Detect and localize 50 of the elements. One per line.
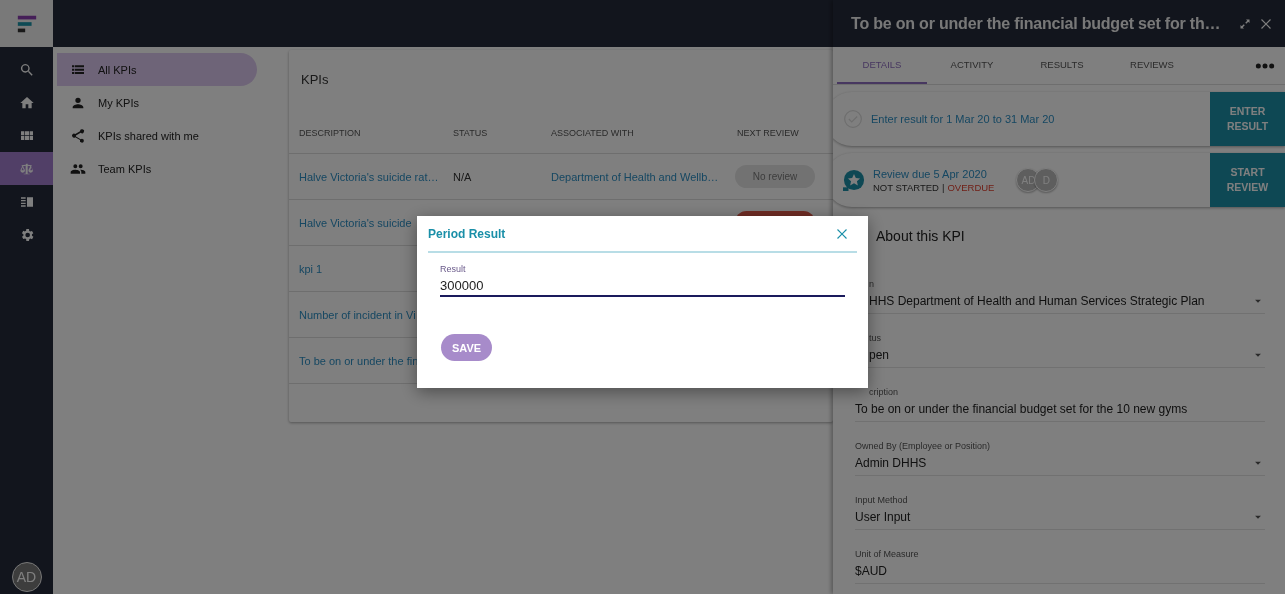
field-value: pen — [869, 348, 890, 362]
kpi-link[interactable]: Number of incident in Vi — [299, 308, 416, 321]
result-field[interactable]: 300000 — [440, 278, 845, 297]
sidebar-item[interactable]: My KPIs — [57, 86, 257, 119]
form-field[interactable]: Owned By (Employee or Position) Admin DHHS — [855, 422, 1265, 476]
field-label: Input Method — [855, 495, 908, 505]
star-badge-icon — [843, 169, 865, 191]
panel-tab[interactable]: RESULTS — [1017, 47, 1107, 84]
save-button[interactable]: SAVE — [441, 334, 492, 361]
sidebar-item[interactable]: All KPIs — [57, 53, 257, 86]
share-icon — [70, 127, 86, 144]
task-button[interactable]: START REVIEW — [1210, 153, 1285, 207]
dialog-title: Period Result — [428, 226, 507, 241]
kpi-link[interactable]: Halve Victoria's suicide — [299, 216, 412, 229]
status-text: NOT STARTED — [873, 181, 939, 193]
associated-link[interactable]: Department of Health and Wellb… — [551, 170, 719, 183]
field-label: tus — [869, 333, 881, 343]
user-avatar[interactable]: AD — [11, 562, 42, 592]
field-label: Owned By (Employee or Position) — [855, 441, 991, 451]
home-icon — [18, 94, 35, 111]
search-icon — [18, 61, 35, 78]
panel-tab[interactable]: ACTIVITY — [927, 47, 1017, 84]
field-value: $AUD — [855, 564, 887, 578]
panel-tab[interactable]: DETAILS — [837, 47, 927, 84]
task-text[interactable]: Review due 5 Apr 2020 — [873, 167, 995, 180]
column-header: ASSOCIATED WITH — [551, 128, 634, 138]
sidebar-item[interactable]: Team KPIs — [57, 152, 257, 185]
field-label: Unit of Measure — [855, 549, 919, 559]
panel-title: To be on or under the financial budget set for th… — [851, 14, 1222, 33]
form-field[interactable]: Unit of Measure $AUD — [855, 530, 1265, 584]
panel-tab[interactable]: REVIEWS — [1107, 47, 1197, 84]
kpi-link[interactable]: kpi 1 — [299, 262, 323, 275]
expand-icon — [1239, 17, 1251, 30]
task-button[interactable]: ENTER RESULT — [1210, 92, 1285, 146]
field-value: Admin DHHS — [855, 456, 927, 470]
form-field[interactable]: Input Method User Input — [855, 476, 1265, 530]
column-header: STATUS — [453, 128, 488, 138]
task-text[interactable]: Enter result for 1 Mar 20 to 31 Mar 20 — [871, 113, 1055, 125]
more-icon — [1255, 61, 1275, 70]
kpi-link[interactable]: Halve Victoria's suicide rat… — [299, 170, 439, 183]
column-header: DESCRIPTION — [299, 128, 361, 138]
sidebar-item[interactable]: KPIs shared with me — [57, 119, 257, 152]
card-title: KPIs — [301, 72, 329, 87]
field-label: Result — [440, 264, 467, 274]
column-header: NEXT REVIEW — [737, 128, 799, 138]
separator-text: | — [942, 181, 945, 193]
field-label: cription — [869, 387, 898, 397]
section-title: About this KPI — [876, 228, 965, 244]
overdue-text: OVERDUE — [947, 181, 995, 193]
status-text: N/A — [453, 170, 472, 183]
